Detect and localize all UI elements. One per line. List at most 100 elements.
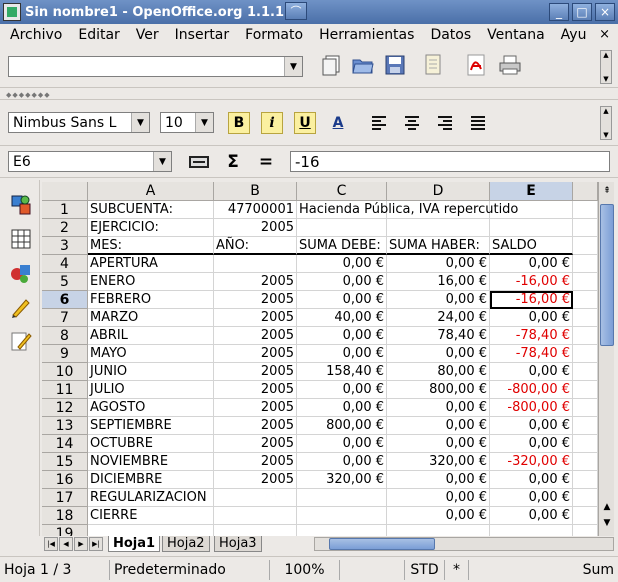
row-header[interactable]: 8 xyxy=(42,327,88,345)
cell-a3[interactable]: MES: xyxy=(88,237,214,255)
draw-functions-icon[interactable] xyxy=(8,294,34,320)
cell-d4[interactable]: 0,00 € xyxy=(387,255,490,273)
cell-a11[interactable]: JULIO xyxy=(88,381,214,399)
cell-f5[interactable] xyxy=(573,273,598,291)
cell-c2[interactable] xyxy=(297,219,387,237)
status-zoom[interactable]: 100% xyxy=(270,559,340,580)
save-icon[interactable] xyxy=(382,52,408,78)
cell-a6[interactable]: FEBRERO xyxy=(88,291,214,309)
cell-f13[interactable] xyxy=(573,417,598,435)
cell-e17[interactable]: 0,00 € xyxy=(490,489,573,507)
toolbar-grip[interactable]: ◆◆◆◆◆◆◆ xyxy=(0,88,618,100)
edit-file-icon[interactable] xyxy=(420,52,446,78)
close-document-icon[interactable]: × xyxy=(599,27,610,42)
cell-b6[interactable]: 2005 xyxy=(214,291,297,309)
cell-e2[interactable] xyxy=(490,219,573,237)
cell-a4[interactable]: APERTURA xyxy=(88,255,214,273)
menu-ventana[interactable]: Ventana xyxy=(479,27,553,43)
cell-f12[interactable] xyxy=(573,399,598,417)
cell-c12[interactable]: 0,00 € xyxy=(297,399,387,417)
cell-d8[interactable]: 78,40 € xyxy=(387,327,490,345)
cell-d5[interactable]: 16,00 € xyxy=(387,273,490,291)
openoffice-app-icon[interactable] xyxy=(3,3,21,21)
shade-window-icon[interactable]: ⌒ xyxy=(285,2,307,20)
cell-d12[interactable]: 0,00 € xyxy=(387,399,490,417)
cell-a13[interactable]: SEPTIEMBRE xyxy=(88,417,214,435)
cell-a1[interactable]: SUBCUENTA: xyxy=(88,201,214,219)
cell-a7[interactable]: MARZO xyxy=(88,309,214,327)
cell-b18[interactable] xyxy=(214,507,297,525)
row-header[interactable]: 19 xyxy=(42,525,88,536)
cell-d16[interactable]: 0,00 € xyxy=(387,471,490,489)
sheet-tab-hoja1[interactable]: Hoja1 xyxy=(108,536,161,552)
maximize-button[interactable]: □ xyxy=(572,3,592,21)
align-left-icon[interactable] xyxy=(366,110,392,136)
cell-d11[interactable]: 800,00 € xyxy=(387,381,490,399)
cell-f9[interactable] xyxy=(573,345,598,363)
print-icon[interactable] xyxy=(497,52,523,78)
new-document-icon[interactable] xyxy=(318,52,344,78)
scroll-down-icon[interactable]: ▼ xyxy=(600,516,614,530)
cell-d6[interactable]: 0,00 € xyxy=(387,291,490,309)
cell-c5[interactable]: 0,00 € xyxy=(297,273,387,291)
cell-f18[interactable] xyxy=(573,507,598,525)
cell-reference[interactable]: E6 xyxy=(9,154,153,170)
cell-e4[interactable]: 0,00 € xyxy=(490,255,573,273)
cell-c11[interactable]: 0,00 € xyxy=(297,381,387,399)
cell-b16[interactable]: 2005 xyxy=(214,471,297,489)
row-header[interactable]: 17 xyxy=(42,489,88,507)
cell-b15[interactable]: 2005 xyxy=(214,453,297,471)
cell-f11[interactable] xyxy=(573,381,598,399)
function-wizard-icon[interactable] xyxy=(186,149,212,175)
cell-c18[interactable] xyxy=(297,507,387,525)
row-header[interactable]: 7 xyxy=(42,309,88,327)
cell-f1[interactable] xyxy=(573,201,598,219)
spreadsheet-grid[interactable]: A B C D E 1 SUBCUENTA: 47700001 Hacienda Pú… xyxy=(42,182,598,536)
cell-a14[interactable]: OCTUBRE xyxy=(88,435,214,453)
cell-d19[interactable] xyxy=(387,525,490,536)
cell-e12[interactable]: -800,00 € xyxy=(490,399,573,417)
chevron-down-icon[interactable]: ▼ xyxy=(284,57,302,76)
insert-cells-icon[interactable] xyxy=(8,226,34,252)
column-header-e[interactable]: E xyxy=(490,182,573,201)
cell-f19[interactable] xyxy=(573,525,598,536)
cell-c6[interactable]: 0,00 € xyxy=(297,291,387,309)
menu-datos[interactable]: Datos xyxy=(422,27,479,43)
row-header[interactable]: 1 xyxy=(42,201,88,219)
cell-c10[interactable]: 158,40 € xyxy=(297,363,387,381)
scroll-up-icon[interactable]: ▲ xyxy=(600,500,614,514)
cell-b7[interactable]: 2005 xyxy=(214,309,297,327)
open-folder-icon[interactable] xyxy=(350,52,376,78)
cell-d13[interactable]: 0,00 € xyxy=(387,417,490,435)
cell-f3[interactable] xyxy=(573,237,598,255)
cell-e18[interactable]: 0,00 € xyxy=(490,507,573,525)
horizontal-scrollbar[interactable] xyxy=(314,537,614,551)
row-header[interactable]: 15 xyxy=(42,453,88,471)
cell-a2[interactable]: EJERCICIO: xyxy=(88,219,214,237)
cell-d15[interactable]: 320,00 € xyxy=(387,453,490,471)
column-header-a[interactable]: A xyxy=(88,182,214,201)
toolbar-overflow-scroll[interactable]: ▲ ▼ xyxy=(600,50,612,84)
align-center-icon[interactable] xyxy=(399,110,425,136)
justify-icon[interactable] xyxy=(465,110,491,136)
font-name-input[interactable]: Nimbus Sans L xyxy=(9,115,131,131)
cell-a9[interactable]: MAYO xyxy=(88,345,214,363)
row-header[interactable]: 12 xyxy=(42,399,88,417)
cell-f6[interactable] xyxy=(573,291,598,309)
cell-d2[interactable] xyxy=(387,219,490,237)
font-size-combo[interactable]: 10 ▼ xyxy=(160,112,214,133)
cell-b19[interactable] xyxy=(214,525,297,536)
cell-e13[interactable]: 0,00 € xyxy=(490,417,573,435)
cell-e10[interactable]: 0,00 € xyxy=(490,363,573,381)
font-color-button[interactable]: A xyxy=(327,112,349,134)
cell-d9[interactable]: 0,00 € xyxy=(387,345,490,363)
row-header[interactable]: 2 xyxy=(42,219,88,237)
cell-b1[interactable]: 47700001 xyxy=(214,201,297,219)
cell-b10[interactable]: 2005 xyxy=(214,363,297,381)
font-size-input[interactable]: 10 xyxy=(161,115,195,131)
cell-f2[interactable] xyxy=(573,219,598,237)
cell-e15[interactable]: -320,00 € xyxy=(490,453,573,471)
cell-f7[interactable] xyxy=(573,309,598,327)
row-header[interactable]: 16 xyxy=(42,471,88,489)
horizontal-scroll-thumb[interactable] xyxy=(329,538,435,550)
